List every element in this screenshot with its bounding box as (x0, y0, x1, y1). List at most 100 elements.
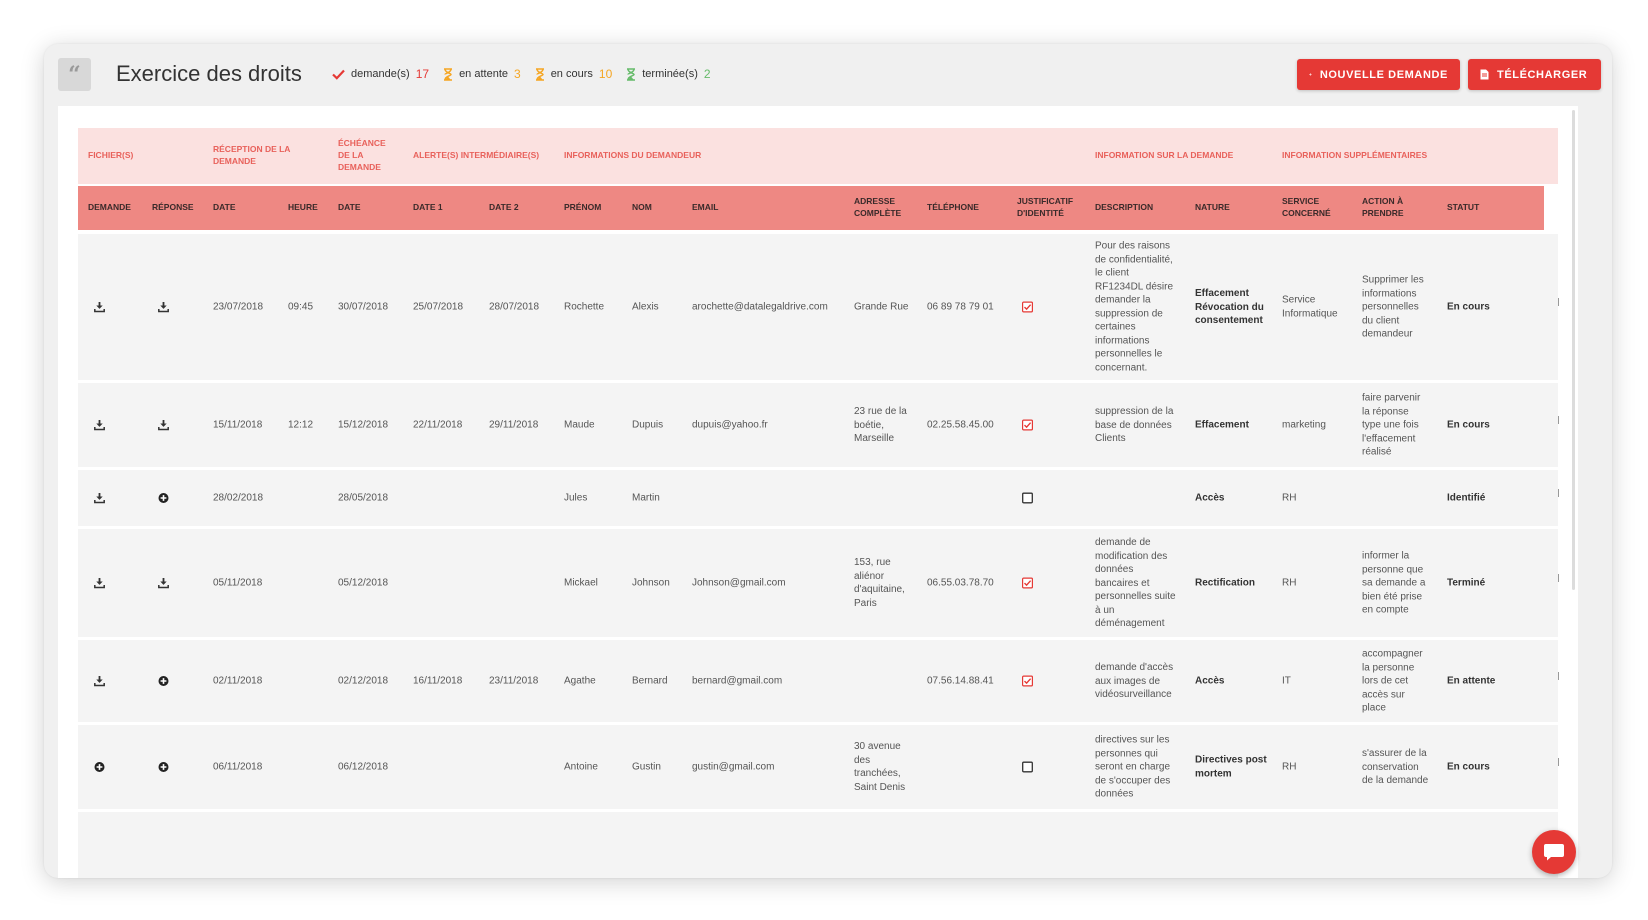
col-prenom[interactable]: PRÉNOM (564, 202, 601, 214)
col-email[interactable]: EMAIL (692, 202, 718, 214)
download-icon[interactable] (94, 420, 105, 431)
new-request-button[interactable]: NOUVELLE DEMANDE (1297, 59, 1460, 90)
cell-prenom: Antoine (564, 761, 598, 773)
cell-prenom: Jules (564, 492, 588, 504)
cell-service: Service Informatique (1282, 294, 1338, 320)
cell-nom: Dupuis (632, 419, 664, 431)
chat-button[interactable] (1532, 830, 1576, 874)
stat-count: 3 (514, 67, 521, 81)
col-date2[interactable]: DATE 2 (489, 202, 519, 214)
stat-count: 2 (703, 67, 711, 81)
col-adresse[interactable]: ADRESSE COMPLÈTE (854, 196, 914, 220)
vertical-scrollbar[interactable] (1572, 110, 1575, 590)
checkbox-checked-icon[interactable] (1022, 419, 1033, 431)
cell-service: IT (1282, 675, 1291, 687)
col-statut[interactable]: STATUT (1447, 202, 1479, 214)
col-service[interactable]: SERVICE CONCERNÉ (1282, 196, 1342, 220)
checkbox-checked-icon[interactable] (1022, 301, 1033, 313)
plus-circle-icon[interactable] (158, 676, 169, 687)
cell-nom: Bernard (632, 675, 668, 687)
cell-email[interactable]: Johnson@gmail.com (692, 576, 786, 590)
cell-echeance: 15/12/2018 (338, 419, 389, 431)
col-date1[interactable]: DATE 1 (413, 202, 443, 214)
cell-adresse: Grande Rue (854, 301, 909, 313)
cell-date: 02/11/2018 (213, 675, 263, 687)
check-icon (332, 69, 345, 80)
col-reponse[interactable]: RÉPONSE (152, 202, 194, 214)
cell-description: demande de modification des données banc… (1095, 536, 1176, 629)
group-extra: INFORMATION SUPPLÉMENTAIRES (1282, 150, 1428, 160)
table-row[interactable]: 06/11/2018 06/12/2018 Antoine Gustin gustin@… (78, 725, 1559, 809)
table-row-partial[interactable] (78, 812, 1558, 878)
download-icon[interactable] (94, 302, 105, 313)
row-edge-marker (1558, 672, 1559, 680)
cell-date1: 16/11/2018 (413, 675, 463, 687)
cell-action: Supprimer les informations personnelles … (1362, 274, 1424, 340)
download-icon[interactable] (158, 578, 169, 589)
cell-email[interactable]: bernard@gmail.com (692, 674, 782, 688)
col-nature[interactable]: NATURE (1195, 202, 1230, 214)
download-icon[interactable] (158, 302, 169, 313)
col-nom[interactable]: NOM (632, 202, 652, 214)
group-request-info: INFORMATION SUR LA DEMANDE (1095, 150, 1234, 160)
cell-date: 05/11/2018 (213, 577, 263, 589)
row-edge-marker (1558, 758, 1559, 766)
plus-circle-icon[interactable] (158, 762, 169, 773)
cell-date2: 28/07/2018 (489, 301, 540, 313)
hourglass-icon (627, 67, 636, 81)
checkbox-empty-icon[interactable] (1022, 492, 1033, 504)
table-row[interactable]: 28/02/2018 28/05/2018 Jules Martin Accès RH Id… (78, 470, 1559, 526)
checkbox-checked-icon[interactable] (1022, 675, 1033, 687)
cell-prenom: Mickael (564, 577, 598, 589)
download-icon[interactable] (94, 676, 105, 687)
cell-email[interactable]: arochette@datalegaldrive.com (692, 300, 828, 314)
group-deadline: ÉCHÉANCE DE LA DEMANDE (338, 138, 386, 172)
cell-service: RH (1282, 761, 1297, 773)
col-action[interactable]: ACTION À PRENDRE (1362, 196, 1422, 220)
col-justificatif[interactable]: JUSTIFICATIF D'IDENTITÉ (1017, 196, 1083, 220)
col-telephone[interactable]: TÉLÉPHONE (927, 202, 979, 214)
cell-nom: Johnson (632, 577, 670, 589)
col-date-deadline[interactable]: DATE (338, 202, 361, 214)
cell-nature: Accès (1195, 675, 1225, 687)
cell-email[interactable]: dupuis@yahoo.fr (692, 418, 768, 432)
cell-statut: En attente (1447, 675, 1496, 687)
cell-prenom: Agathe (564, 675, 596, 687)
col-date[interactable]: DATE (213, 202, 236, 214)
row-edge-marker (1558, 489, 1559, 497)
hourglass-icon (535, 67, 544, 81)
download-button[interactable]: TÉLÉCHARGER (1468, 59, 1601, 90)
cell-email[interactable]: gustin@gmail.com (692, 760, 774, 774)
row-edge-marker (1558, 574, 1559, 582)
download-icon[interactable] (158, 420, 169, 431)
download-icon[interactable] (94, 493, 105, 504)
cell-date: 06/11/2018 (213, 761, 263, 773)
plus-circle-icon[interactable] (158, 493, 169, 504)
cell-description: demande d'accès aux images de vidéosurve… (1095, 661, 1174, 700)
cell-adresse: 30 avenue des tranchées, Saint Denis (854, 741, 906, 793)
table-row[interactable]: 05/11/2018 05/12/2018 Mickael Johnson Johnso… (78, 529, 1559, 637)
stat-label: en cours (550, 68, 593, 80)
cell-date2: 29/11/2018 (489, 419, 539, 431)
table-row[interactable]: 23/07/2018 09:45 30/07/2018 25/07/2018 28/07… (78, 234, 1559, 380)
group-requester: INFORMATIONS DU DEMANDEUR (564, 150, 702, 160)
cell-heure: 12:12 (288, 419, 314, 431)
download-icon[interactable] (94, 578, 105, 589)
table-row[interactable]: 02/11/2018 02/12/2018 16/11/2018 23/11/2018… (78, 640, 1559, 722)
col-description[interactable]: DESCRIPTION (1095, 202, 1153, 214)
quote-icon[interactable]: “ (58, 58, 91, 91)
stat-label: terminée(s) (642, 68, 698, 80)
group-reception: RÉCEPTION DE LA DEMANDE (213, 144, 291, 166)
cell-description: Pour des raisons de confidentialité, le … (1095, 240, 1174, 374)
cell-action: informer la personne que sa demande a bi… (1362, 550, 1426, 616)
request-stats: demande(s) 17 en attente 3 en cours 10 t… (332, 67, 711, 81)
col-demande[interactable]: DEMANDE (88, 202, 131, 214)
cell-nature: Effacement Révocation du consentement (1195, 287, 1264, 326)
checkbox-empty-icon[interactable] (1022, 761, 1033, 773)
requests-table-panel: FICHIER(S) RÉCEPTION DE LA DEMANDE ÉCHÉA… (58, 106, 1578, 878)
cell-nature: Accès (1195, 492, 1225, 504)
checkbox-checked-icon[interactable] (1022, 577, 1033, 589)
table-row[interactable]: 15/11/2018 12:12 15/12/2018 22/11/2018 29/11… (78, 383, 1559, 467)
plus-circle-icon[interactable] (94, 762, 105, 773)
col-heure[interactable]: HEURE (288, 202, 318, 214)
